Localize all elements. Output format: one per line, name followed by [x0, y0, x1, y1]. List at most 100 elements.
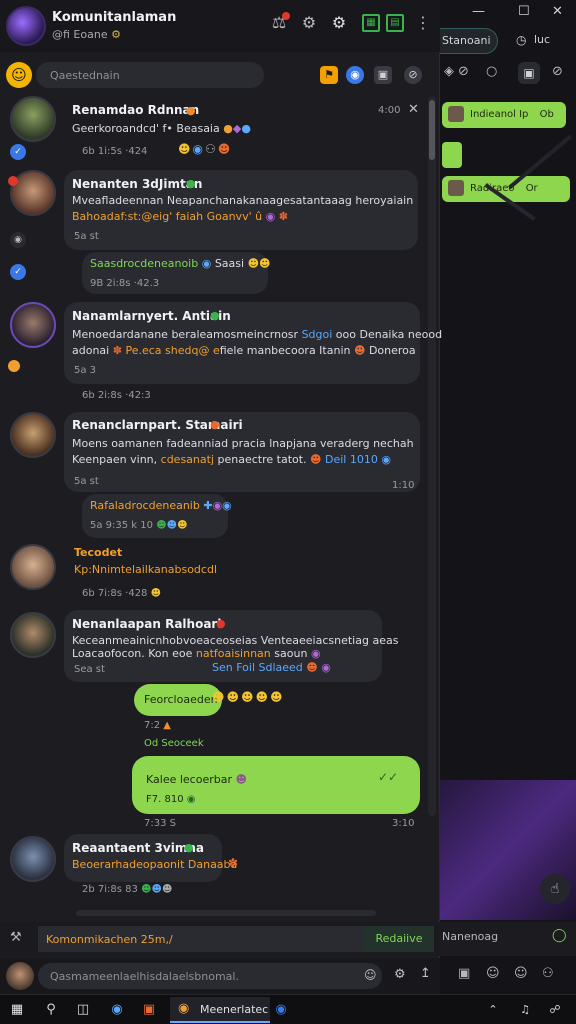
grid-view-icon[interactable]: ▦ [362, 14, 380, 32]
maximize-icon[interactable]: ☐ [518, 4, 530, 19]
typing-indicator [76, 910, 376, 916]
bg-message-pill-1[interactable]: Indieanol Ip Ob [442, 102, 566, 128]
bg-tab-active[interactable]: Stanoani [440, 28, 498, 54]
clock-icon[interactable]: ◷ [516, 33, 526, 47]
tray-network-icon[interactable]: ☍ [546, 1001, 564, 1019]
start-menu-icon[interactable]: ▦ [8, 1001, 26, 1019]
background-window: — ☐ ✕ Stanoani ◷ luc ◈ ⊘ ○ ▣ ⊘ Indieanol… [440, 0, 576, 994]
bg-image-icon[interactable]: ▣ [458, 966, 470, 981]
more-options-icon[interactable]: ⋮ [412, 12, 434, 34]
bg-toolbar-icon-4[interactable]: ▣ [518, 62, 540, 84]
message-meta: Sea st [74, 664, 105, 675]
bg-emoji2-icon[interactable]: ☺ [514, 966, 528, 981]
reply-meta: 9B 2i:8s ·42.3 [90, 278, 160, 289]
verified-badge-icon: ✓ [10, 144, 26, 160]
avatar[interactable] [10, 412, 56, 458]
messenger-icon[interactable]: ◉ [272, 1001, 290, 1019]
minimize-icon[interactable]: — [472, 4, 485, 19]
settings-gear-icon[interactable]: ⚙ [298, 12, 320, 34]
bg-toolbar-icon-3[interactable]: ○ [486, 64, 497, 79]
message-meta: 5a st [74, 476, 99, 487]
message-text: Menoedardanane beraleamosmeincrnosr Sdgo… [72, 328, 443, 341]
emoji-picker-icon[interactable]: ☺ [6, 62, 32, 88]
outgoing-message-text: Feorcloaeden [144, 693, 218, 706]
sender-name: Nanamlarnyert. Antiain [72, 309, 231, 323]
notification-bell-icon[interactable]: ⚖ [268, 12, 290, 34]
bg-input-row: Nanenoag ◯ [440, 922, 576, 956]
tray-chevron-icon[interactable]: ⌃ [484, 1001, 502, 1019]
reaction-icon[interactable]: ✽ [228, 856, 238, 870]
send-button[interactable]: Redaiive [364, 926, 434, 952]
message-text: Geerkoroandcd' f• Beasaia ●◆● [72, 122, 251, 135]
status-emoji-icon: ● [184, 841, 194, 854]
message-meta: 6b 1i:5s ·424 [82, 146, 148, 157]
unread-dot [8, 176, 18, 186]
bg-pill-avatar [448, 180, 464, 196]
sender-name: Renamdao Rdnnan [72, 103, 200, 117]
bg-float-button[interactable]: ☝ [540, 874, 570, 904]
task-view-icon[interactable]: ◫ [74, 1001, 92, 1019]
bg-toolbar-icon-5[interactable]: ⊘ [552, 64, 563, 79]
title-bar: Komunitanlaman @fi Eoane ⚙ ⚖ ⚙ ⚙ ▦ ▤ ⋮ [0, 0, 440, 52]
app-icon[interactable]: ▣ [140, 1001, 158, 1019]
message-time: 1:10 [392, 480, 415, 491]
search-input[interactable] [36, 62, 264, 88]
reply-meta: 5a 9:35 k 10 ☻☻☻ [90, 520, 188, 531]
tray-sound-icon[interactable]: ♫ [516, 1001, 534, 1019]
bg-toolbar-icon-1[interactable]: ◈ [444, 64, 454, 79]
my-avatar[interactable] [6, 962, 34, 990]
avatar[interactable] [10, 612, 56, 658]
avatar[interactable] [10, 96, 56, 142]
message-input[interactable] [38, 963, 382, 989]
block-icon[interactable]: ⊘ [404, 66, 422, 84]
bg-more-icon[interactable]: ⚇ [542, 966, 554, 981]
compose-row: ⚒ Redaiive [0, 922, 440, 956]
mute-icon[interactable]: ◉ [10, 232, 26, 248]
scrollbar-thumb[interactable] [429, 100, 435, 160]
message-meta: 5a 3 [74, 365, 97, 376]
reactions[interactable]: ☻☻☻☻☻ [212, 690, 285, 704]
avatar[interactable] [10, 302, 56, 348]
image-icon[interactable]: ▣ [374, 66, 392, 84]
emoji-icon[interactable]: ☺ [364, 968, 377, 982]
sender-name: Tecodet [74, 546, 123, 559]
reactions[interactable]: ☻◉⚇☻ [178, 142, 232, 156]
message-meta: 6b 7i:8s ·428 ☻ [82, 588, 162, 599]
sender-name: Nenanlaapan Ralhoarl [72, 617, 222, 631]
community-avatar[interactable] [6, 6, 46, 46]
bg-send-icon[interactable]: ◯ [552, 928, 567, 943]
outgoing-message-meta: F7. 810 ◉ [146, 794, 196, 805]
bg-message-pill-small[interactable] [442, 142, 462, 168]
avatar[interactable] [10, 544, 56, 590]
avatar[interactable] [10, 836, 56, 882]
sender-name: Nenanten 3dJimtan [72, 177, 203, 191]
microphone-icon[interactable]: ↥ [420, 966, 431, 981]
bg-tab2-label[interactable]: luc [534, 33, 550, 46]
message-text: Kp:Nnimtelailkanabsodcdl [74, 563, 218, 576]
list-view-icon[interactable]: ▤ [386, 14, 404, 32]
read-receipt-icon: ✓✓ [378, 770, 399, 784]
preferences-gear-icon[interactable]: ⚙ [328, 12, 350, 34]
scrollbar-track[interactable] [428, 96, 436, 816]
taskbar-active-app[interactable]: ◉ Meenerlatec [170, 997, 270, 1023]
search-icon[interactable]: ⚲ [42, 1001, 60, 1019]
status-emoji-icon: ● [210, 418, 220, 431]
browser-icon[interactable]: ◉ [108, 1001, 126, 1019]
verified-badge-icon: ✓ [10, 264, 26, 280]
globe-icon[interactable]: ◉ [346, 66, 364, 84]
close-window-icon[interactable]: ✕ [552, 4, 563, 19]
bg-toolbar-icon-2[interactable]: ⊘ [458, 64, 469, 79]
dismiss-icon[interactable]: ✕ [408, 102, 419, 117]
message-link[interactable]: Sen Foil Sdlaeed ☻ ◉ [212, 660, 331, 676]
message-text: adonai ✽ Pe.eca shedq@ efiele manbecoora… [72, 344, 416, 357]
bg-input-text[interactable]: Nanenoag [442, 930, 498, 943]
bookmark-icon[interactable]: ⚑ [320, 66, 338, 84]
screen: — ☐ ✕ Stanoani ◷ luc ◈ ⊘ ○ ▣ ⊘ Indieanol… [0, 0, 576, 1024]
bg-emoji-icon[interactable]: ☺ [486, 966, 500, 981]
attach-lock-icon[interactable]: ⚒ [10, 930, 22, 945]
community-subtitle: @fi Eoane ⚙ [52, 28, 121, 41]
outgoing-message-text: Kalee lecoerbar ☻ [146, 773, 247, 786]
message-text: Mveafladeennan Neapanchanakanaagesatanta… [72, 194, 414, 207]
settings-icon[interactable]: ⚙ [394, 967, 406, 982]
message-draft-input[interactable] [38, 926, 364, 952]
